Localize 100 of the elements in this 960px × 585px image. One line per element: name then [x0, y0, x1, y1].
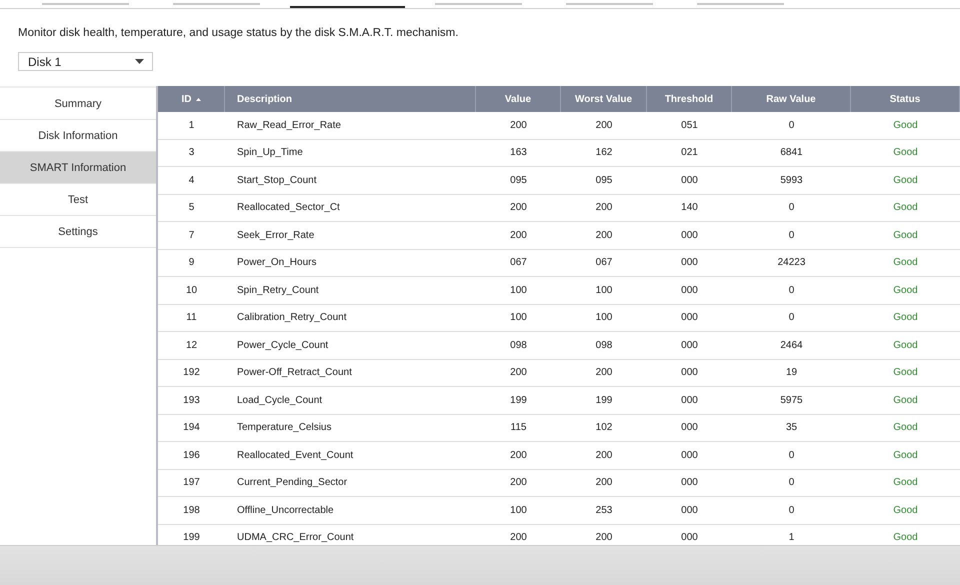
table-cell-text: 198: [182, 504, 201, 518]
table-cell-text: 196: [182, 448, 201, 463]
table-cell-text: 021: [680, 146, 699, 160]
table-cell-text: Load_Cycle_Count: [236, 394, 324, 408]
sidebar-item[interactable]: Summary: [0, 88, 156, 120]
table-cell-text: 5: [188, 201, 196, 216]
table-cell-text: 11: [185, 311, 198, 326]
table-cell-text: Start_Stop_Count: [236, 174, 318, 188]
table-cell-text: 0: [788, 504, 796, 518]
column-header[interactable]: Value: [476, 86, 561, 112]
table-cell-text: 194: [182, 421, 201, 436]
table-cell-text: 140: [680, 201, 699, 216]
table-cell-text: 000: [680, 174, 699, 188]
table-cell-text: Spin_Retry_Count: [236, 284, 320, 298]
status-text: Good: [892, 421, 919, 436]
status-text: Good: [892, 174, 919, 188]
table-cell-text: 7: [188, 228, 196, 243]
table-cell-text: 200: [594, 118, 614, 133]
table-cell-text: 102: [594, 421, 614, 436]
table-cell-text: 000: [680, 256, 699, 270]
table-cell-text: 1: [188, 118, 196, 133]
table-cell-text: 199: [594, 394, 614, 408]
table-cell-text: 067: [594, 256, 614, 270]
column-header[interactable]: Worst Value: [561, 86, 647, 112]
table-cell-text: 193: [182, 394, 201, 408]
table-cell-text: Raw_Read_Error_Rate: [236, 118, 342, 133]
column-header[interactable]: Description: [225, 86, 476, 112]
caret-down-icon: [135, 59, 144, 64]
table-cell-text: Current_Pending_Sector: [236, 476, 348, 490]
table-cell-text: 200: [509, 366, 528, 380]
status-text: Good: [892, 284, 919, 298]
status-text: Good: [892, 311, 919, 326]
status-text: Good: [892, 366, 919, 380]
table-cell-text: 000: [680, 476, 699, 490]
table-cell-text: 200: [594, 476, 614, 490]
table-cell-text: 100: [509, 311, 528, 326]
table-cell-text: 0: [788, 476, 796, 490]
table-cell-text: 5975: [779, 394, 804, 408]
status-text: Good: [892, 256, 919, 270]
column-header[interactable]: Threshold: [647, 86, 732, 112]
status-text: Good: [892, 118, 919, 133]
table-cell-text: 200: [509, 531, 528, 545]
table-cell-text: 199: [182, 531, 201, 545]
column-header[interactable]: Status: [851, 86, 960, 112]
sidebar-item[interactable]: Settings: [0, 216, 156, 248]
table-cell-text: Seek_Error_Rate: [236, 228, 316, 243]
table-cell-text: Reallocated_Sector_Ct: [236, 201, 341, 216]
table-cell-text: Spin_Up_Time: [236, 146, 304, 160]
table-cell-text: 19: [784, 366, 798, 380]
table-cell-text: 000: [680, 504, 699, 518]
status-text: Good: [892, 476, 919, 490]
table-cell-text: 10: [184, 284, 198, 298]
table-cell-text: 000: [680, 394, 699, 408]
table-cell-text: UDMA_CRC_Error_Count: [236, 531, 355, 545]
table-cell-text: Power_On_Hours: [236, 256, 318, 270]
status-text: Good: [892, 448, 919, 463]
table-cell-text: 200: [594, 201, 614, 216]
table-cell-text: 095: [509, 174, 528, 188]
table-cell-text: 200: [509, 448, 528, 463]
table-cell-text: 067: [509, 256, 528, 270]
table-cell-text: 000: [680, 311, 699, 326]
table-cell-text: 000: [680, 448, 699, 463]
table-cell-text: 200: [509, 201, 528, 216]
table-cell-text: 199: [509, 394, 528, 408]
table-cell-text: 0: [788, 284, 796, 298]
status-text: Good: [892, 228, 919, 243]
table-cell-text: 100: [594, 311, 614, 326]
table-cell-text: 0: [788, 118, 796, 133]
table-cell-text: 192: [182, 366, 201, 380]
table-cell-text: 4: [188, 174, 196, 188]
status-text: Good: [892, 338, 919, 353]
table-cell-text: 0: [788, 448, 796, 463]
table-cell-text: 0: [788, 201, 796, 216]
sidebar-item[interactable]: Test: [0, 184, 156, 216]
disk-dropdown[interactable]: Disk 1: [18, 52, 153, 71]
table-cell-text: 200: [594, 531, 614, 545]
table-cell-text: 200: [509, 228, 528, 243]
table-cell-text: Power-Off_Retract_Count: [236, 366, 353, 380]
table-cell-text: 000: [680, 338, 699, 353]
status-text: Good: [892, 504, 919, 518]
table-cell-text: 100: [509, 284, 528, 298]
table-cell-text: 1: [788, 531, 796, 545]
table-cell-text: 0: [788, 311, 796, 326]
table-cell-text: 163: [509, 146, 528, 160]
table-cell-text: Calibration_Retry_Count: [236, 311, 348, 326]
status-text: Good: [892, 531, 919, 545]
table-cell-text: 200: [509, 118, 528, 133]
table-cell-text: 098: [594, 338, 614, 353]
table-cell-text: 0: [788, 228, 796, 243]
table-cell-text: 000: [680, 366, 699, 380]
status-text: Good: [892, 201, 919, 216]
table-cell-text: 200: [594, 366, 614, 380]
status-text: Good: [892, 394, 919, 408]
column-header[interactable]: Raw Value: [732, 86, 851, 112]
table-cell-text: Power_Cycle_Count: [236, 338, 330, 353]
table-cell-text: 253: [594, 504, 614, 518]
column-header[interactable]: ID: [158, 86, 225, 112]
sidebar-item[interactable]: SMART Information: [0, 152, 156, 184]
table-cell-text: 100: [509, 504, 528, 518]
table-cell-text: 000: [680, 228, 699, 243]
